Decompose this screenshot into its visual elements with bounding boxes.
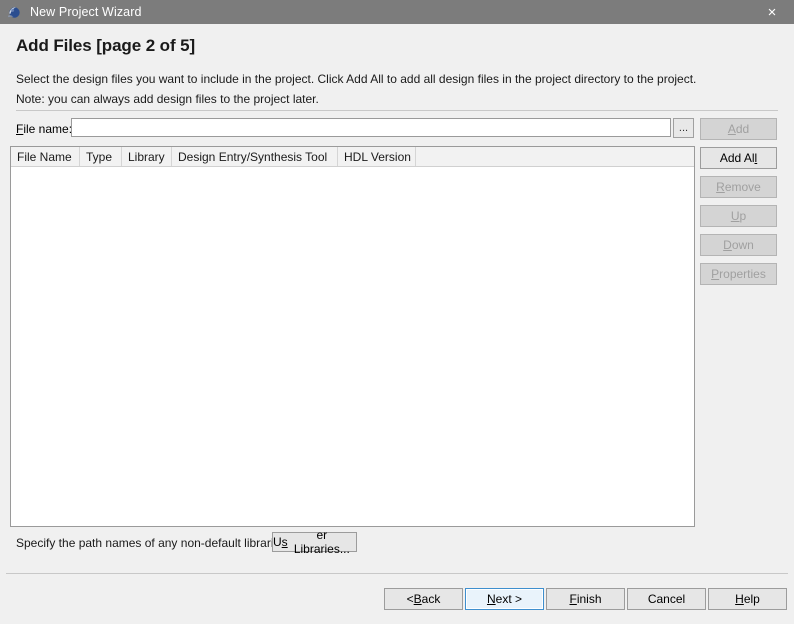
add-button-mnemonic: A <box>727 122 736 136</box>
move-up-button[interactable]: Up <box>700 205 777 227</box>
window-titlebar: New Project Wizard × <box>0 0 794 24</box>
file-list-header: File Name Type Library Design Entry/Synt… <box>11 147 694 167</box>
properties-button-mnemonic: P <box>711 267 720 281</box>
column-header-library[interactable]: Library <box>122 147 172 166</box>
description-line-1: Select the design files you want to incl… <box>16 72 697 86</box>
quartus-app-icon <box>6 4 22 20</box>
back-button[interactable]: < Back <box>384 588 463 610</box>
back-button-mnemonic: B <box>413 592 422 606</box>
column-header-design-entry-synthesis-tool[interactable]: Design Entry/Synthesis Tool <box>172 147 338 166</box>
back-button-label-pre: < <box>406 592 414 606</box>
user-libraries-button[interactable]: Us er Libraries... <box>272 528 357 556</box>
user-libraries-button-label-post: er Libraries... <box>293 528 350 556</box>
cancel-button[interactable]: Cancel <box>627 588 706 610</box>
next-button-label: ext > <box>495 592 523 606</box>
column-header-filler <box>416 147 694 166</box>
properties-button[interactable]: Properties <box>700 263 777 285</box>
help-button-label: elp <box>743 592 760 606</box>
add-all-button-label: Add Al <box>719 151 755 165</box>
help-button-mnemonic: H <box>735 592 744 606</box>
move-up-button-mnemonic: U <box>730 209 740 223</box>
column-header-hdl-version[interactable]: HDL Version <box>338 147 416 166</box>
file-list[interactable]: File Name Type Library Design Entry/Synt… <box>10 146 695 527</box>
browse-files-button[interactable]: ... <box>673 118 694 138</box>
top-separator <box>16 110 778 111</box>
help-button[interactable]: Help <box>708 588 787 610</box>
window-title: New Project Wizard <box>30 5 142 19</box>
bottom-separator <box>6 573 788 574</box>
finish-button-mnemonic: F <box>569 592 577 606</box>
finish-button-label: inish <box>576 592 602 606</box>
remove-button-label: emove <box>724 180 761 194</box>
next-button-mnemonic: N <box>486 592 496 606</box>
file-list-body[interactable] <box>11 167 694 526</box>
back-button-label-post: ack <box>421 592 441 606</box>
move-down-button-mnemonic: D <box>723 238 732 252</box>
add-button[interactable]: Add <box>700 118 777 140</box>
user-libraries-hint: Specify the path names of any non-defaul… <box>16 536 290 550</box>
column-header-file-name[interactable]: File Name <box>11 147 80 166</box>
user-libraries-button-label-pre: U <box>273 535 282 549</box>
file-name-label-rest: ile name: <box>23 122 73 136</box>
properties-button-label: roperties <box>719 267 766 281</box>
add-all-button[interactable]: Add Al l <box>700 147 777 169</box>
finish-button[interactable]: Finish <box>546 588 625 610</box>
close-icon[interactable]: × <box>750 0 794 24</box>
move-down-button[interactable]: Down <box>700 234 777 256</box>
add-all-button-mnemonic: l <box>754 151 758 165</box>
page-title: Add Files [page 2 of 5] <box>16 36 196 55</box>
remove-button-mnemonic: R <box>716 180 725 194</box>
file-name-input[interactable] <box>71 118 671 137</box>
add-button-label: dd <box>735 122 750 136</box>
move-up-button-label: p <box>739 209 747 223</box>
description-line-2: Note: you can always add design files to… <box>16 92 319 106</box>
remove-button[interactable]: Remove <box>700 176 777 198</box>
file-name-label: File name: <box>16 122 72 136</box>
next-button[interactable]: Next > <box>465 588 544 610</box>
move-down-button-label: own <box>731 238 754 252</box>
column-header-type[interactable]: Type <box>80 147 122 166</box>
